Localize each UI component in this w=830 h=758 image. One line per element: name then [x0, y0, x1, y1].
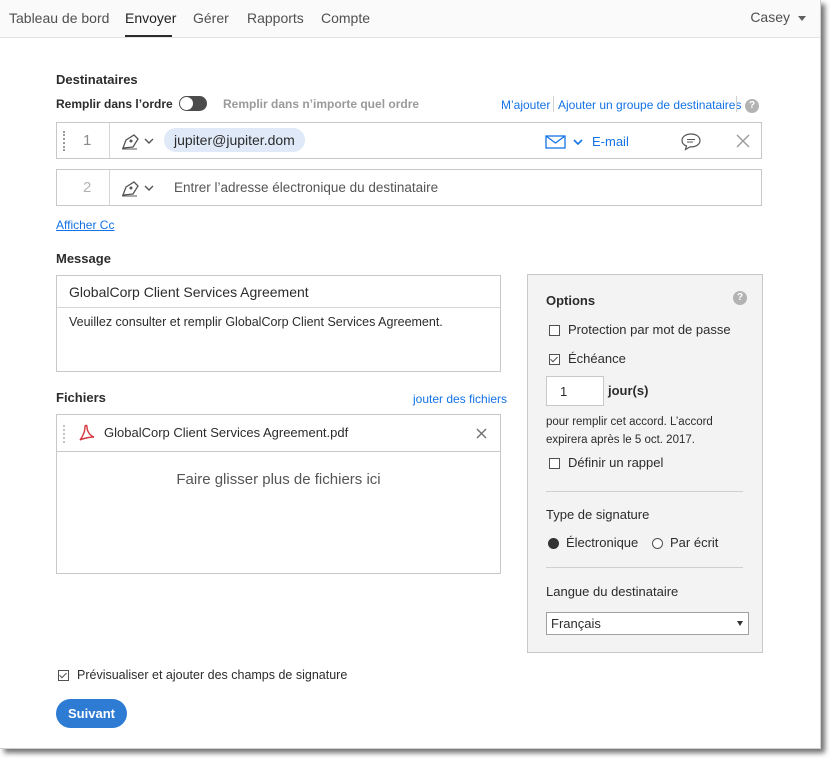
tab-manage[interactable]: Gérer: [193, 10, 229, 26]
drag-handle[interactable]: [63, 131, 67, 151]
add-files-link[interactable]: jouter des fichiers: [413, 392, 507, 406]
preview-checkbox[interactable]: [58, 670, 69, 681]
recipients-heading: Destinataires: [56, 72, 138, 87]
add-group-link[interactable]: Ajouter un groupe de destinataires: [558, 98, 741, 112]
delivery-method[interactable]: E-mail: [592, 134, 629, 149]
options-panel: Options ? Protection par mot de passe Éc…: [527, 274, 763, 653]
password-label: Protection par mot de passe: [568, 322, 731, 337]
password-checkbox[interactable]: [549, 325, 560, 336]
fill-order-label: Remplir dans l’ordre: [56, 97, 173, 111]
chevron-down-icon: [798, 15, 806, 21]
deadline-note-line: pour remplir cet accord. L’accord: [546, 416, 713, 428]
sig-electronic-radio[interactable]: [548, 538, 559, 549]
days-value: 1: [560, 384, 568, 399]
language-heading: Langue du destinataire: [546, 584, 679, 599]
tab-account[interactable]: Compte: [321, 10, 370, 26]
tab-dashboard[interactable]: Tableau de bord: [9, 10, 109, 26]
message-heading: Message: [56, 251, 111, 266]
help-icon[interactable]: ?: [733, 291, 747, 305]
sig-written-radio[interactable]: [652, 538, 663, 549]
message-body-input[interactable]: Veuillez consulter et remplir GlobalCorp…: [69, 315, 443, 329]
private-message-icon[interactable]: [680, 132, 702, 151]
user-name: Casey: [750, 9, 790, 25]
file-name: GlobalCorp Client Services Agreement.pdf: [104, 425, 349, 440]
sig-written-label: Par écrit: [670, 535, 719, 550]
signer-role-icon[interactable]: [120, 179, 156, 197]
help-icon[interactable]: ?: [745, 99, 759, 113]
divider: [553, 96, 554, 112]
close-icon[interactable]: [736, 134, 750, 148]
add-me-link[interactable]: M’ajouter: [501, 98, 550, 112]
deadline-checkbox[interactable]: [549, 354, 560, 365]
sig-electronic-label: Électronique: [566, 535, 639, 550]
recipient-email: jupiter@jupiter.dom: [174, 132, 295, 148]
divider: [546, 491, 743, 492]
recipient-number: 2: [83, 179, 92, 196]
signature-type-heading: Type de signature: [546, 507, 650, 522]
divider: [109, 123, 110, 158]
recipient-email-input[interactable]: Entrer l’adresse électronique du destina…: [174, 180, 438, 195]
deadline-note-line: expirera après le 5 oct. 2017.: [546, 434, 695, 446]
days-unit: jour(s): [608, 383, 649, 398]
message-box: GlobalCorp Client Services Agreement Veu…: [56, 275, 501, 372]
toggle-knob: [180, 97, 193, 110]
recipient-number: 1: [83, 132, 92, 149]
message-title-input[interactable]: GlobalCorp Client Services Agreement: [69, 284, 309, 300]
tab-reports[interactable]: Rapports: [247, 10, 304, 26]
language-value: Français: [551, 616, 601, 631]
files-box: GlobalCorp Client Services Agreement.pdf…: [56, 414, 501, 574]
language-select[interactable]: Français: [546, 612, 749, 635]
files-heading: Fichiers: [56, 390, 106, 405]
options-heading: Options: [546, 293, 596, 308]
recipient-email-chip[interactable]: jupiter@jupiter.dom: [164, 128, 305, 152]
reminder-label: Définir un rappel: [568, 455, 664, 470]
divider: [57, 451, 500, 452]
drag-handle[interactable]: [63, 425, 67, 443]
file-drop-zone[interactable]: Faire glisser plus de fichiers ici: [57, 471, 500, 488]
divider: [546, 567, 743, 568]
close-icon[interactable]: [476, 428, 487, 439]
active-tab-indicator: [125, 35, 172, 37]
divider: [109, 170, 110, 205]
signer-role-icon[interactable]: [120, 132, 156, 150]
preview-label: Prévisualiser et ajouter des champs de s…: [77, 668, 348, 682]
show-cc-link[interactable]: Afficher Cc: [56, 218, 114, 232]
divider: [57, 307, 500, 308]
next-button[interactable]: Suivant: [56, 699, 127, 728]
days-input[interactable]: 1: [546, 376, 604, 406]
tab-send[interactable]: Envoyer: [125, 10, 176, 26]
top-nav: Tableau de bord Envoyer Gérer Rapports C…: [0, 0, 820, 38]
divider: [736, 96, 737, 112]
fill-order-toggle[interactable]: [179, 96, 207, 111]
recipient-row-1: 1 jupiter@jupiter.dom E-mail: [56, 122, 762, 159]
user-menu[interactable]: Casey: [750, 9, 806, 25]
pdf-icon: [79, 424, 95, 441]
deadline-note: pour remplir cet accord. L’accord expire…: [546, 413, 713, 449]
reminder-checkbox[interactable]: [549, 458, 560, 469]
fill-any-order-label: Remplir dans n’importe quel ordre: [223, 97, 420, 111]
window-frame: Tableau de bord Envoyer Gérer Rapports C…: [0, 0, 821, 749]
deadline-label: Échéance: [568, 351, 626, 366]
chevron-down-icon: [737, 621, 743, 626]
recipient-row-2: 2 Entrer l’adresse électronique du desti…: [56, 169, 762, 206]
mail-icon[interactable]: [545, 134, 585, 150]
